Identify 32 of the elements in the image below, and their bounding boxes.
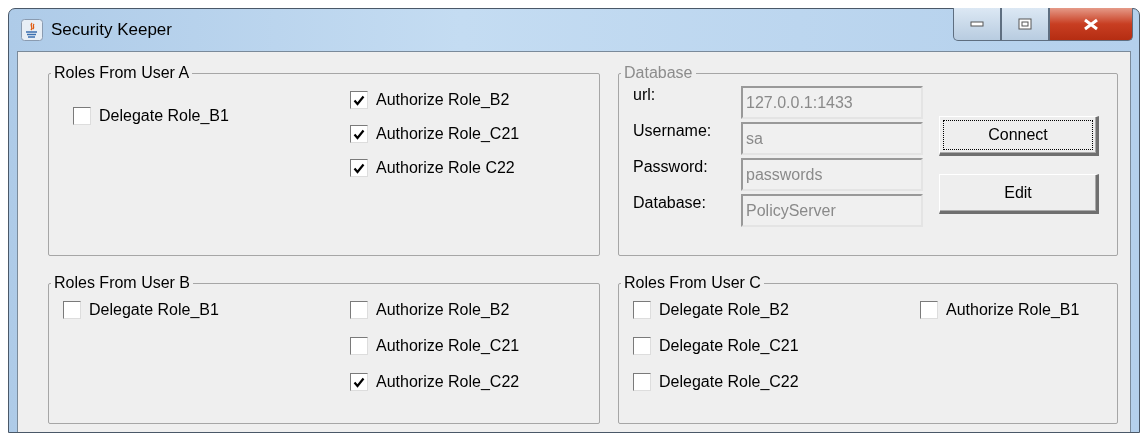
checkbox[interactable]: Delegate Role_C21: [633, 334, 920, 358]
checkbox[interactable]: Delegate Role_B2: [633, 298, 920, 322]
minimize-icon: [970, 21, 984, 27]
check-icon: [353, 162, 365, 174]
check-icon: [353, 94, 365, 106]
checkbox[interactable]: Delegate Role_B1: [63, 298, 350, 322]
window-title: Security Keeper: [51, 20, 172, 40]
checkbox[interactable]: Authorize Role_C21: [350, 334, 599, 358]
group-title: Database: [623, 64, 694, 82]
group-title: Roles From User C: [623, 274, 762, 292]
cup-icon: [21, 19, 43, 41]
checkbox[interactable]: Authorize Role_B2: [350, 88, 599, 112]
checkbox[interactable]: Authorize Role_C22: [350, 370, 599, 394]
field-label: Username:: [633, 122, 713, 140]
maximize-icon: [1018, 18, 1032, 30]
group-title: Roles From User A: [53, 64, 191, 82]
checkbox[interactable]: Authorize Role_C21: [350, 122, 599, 146]
maximize-button[interactable]: [1001, 8, 1049, 41]
group-title: Roles From User B: [53, 274, 192, 292]
field-label: Database:: [633, 194, 707, 212]
minimize-button[interactable]: [953, 8, 1001, 41]
close-button[interactable]: [1049, 8, 1133, 41]
field-label: Password:: [633, 158, 709, 176]
close-icon: [1083, 17, 1099, 31]
checkbox[interactable]: Delegate Role_C22: [633, 370, 920, 394]
checkbox[interactable]: Authorize Role_B1: [920, 298, 1117, 322]
field-label: url:: [633, 86, 657, 104]
check-icon: [353, 376, 365, 388]
checkbox[interactable]: Authorize Role C22: [350, 156, 599, 180]
checkbox[interactable]: Delegate Role_B1: [73, 104, 350, 128]
checkbox[interactable]: Authorize Role_B2: [350, 298, 599, 322]
check-icon: [353, 128, 365, 140]
